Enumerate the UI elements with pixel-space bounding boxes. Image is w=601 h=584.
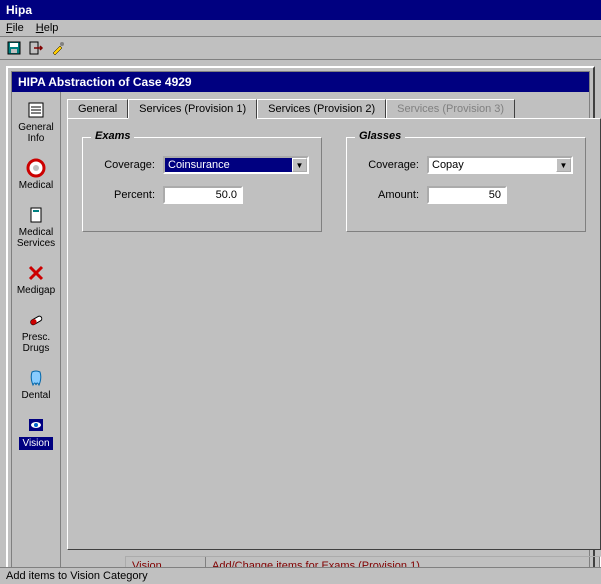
menu-help[interactable]: Help bbox=[36, 22, 59, 34]
group-legend-exams: Exams bbox=[91, 130, 134, 142]
tooth-icon bbox=[26, 368, 46, 388]
pill-icon bbox=[26, 310, 46, 330]
sidebar-item-general-info[interactable]: General Info bbox=[12, 98, 60, 146]
sidebar-item-label: Medical Services bbox=[17, 227, 55, 249]
sidebar-item-medigap[interactable]: Medigap bbox=[12, 261, 60, 298]
exams-percent-label: Percent: bbox=[95, 189, 155, 201]
group-glasses: Glasses Coverage: Copay ▼ Amount: bbox=[346, 137, 586, 232]
group-legend-glasses: Glasses bbox=[355, 130, 405, 142]
sidebar-item-medical[interactable]: Medical bbox=[12, 156, 60, 193]
tab-general[interactable]: General bbox=[67, 99, 128, 119]
save-icon[interactable] bbox=[6, 40, 22, 56]
x-icon bbox=[26, 263, 46, 283]
panel-title: HIPA Abstraction of Case 4929 bbox=[12, 72, 589, 92]
sidebar-item-label: Dental bbox=[22, 390, 51, 401]
form-icon bbox=[26, 100, 46, 120]
exams-percent-input[interactable] bbox=[163, 186, 243, 204]
sidebar-item-label: General Info bbox=[18, 122, 54, 144]
footer-status-bar: Add items to Vision Category bbox=[0, 567, 601, 584]
glasses-amount-input[interactable] bbox=[427, 186, 507, 204]
glasses-coverage-label: Coverage: bbox=[359, 159, 419, 171]
toolbar bbox=[0, 37, 601, 60]
tool-icon[interactable] bbox=[50, 40, 66, 56]
glasses-coverage-value: Copay bbox=[429, 158, 556, 172]
sidebar-item-dental[interactable]: Dental bbox=[12, 366, 60, 403]
glasses-amount-label: Amount: bbox=[359, 189, 419, 201]
exams-coverage-label: Coverage: bbox=[95, 159, 155, 171]
tab-strip: General Services (Provision 1) Services … bbox=[67, 98, 601, 118]
sidebar-item-presc-drugs[interactable]: Presc. Drugs bbox=[12, 308, 60, 356]
chevron-down-icon[interactable]: ▼ bbox=[556, 158, 571, 172]
sidebar-item-label: Medigap bbox=[17, 285, 55, 296]
menubar: File Help bbox=[0, 20, 601, 37]
tab-services-provision-3: Services (Provision 3) bbox=[386, 99, 515, 119]
exams-coverage-value: Coinsurance bbox=[165, 158, 292, 172]
life-ring-icon bbox=[26, 158, 46, 178]
content-frame: HIPA Abstraction of Case 4929 General In… bbox=[6, 66, 595, 584]
exams-coverage-combo[interactable]: Coinsurance ▼ bbox=[163, 156, 309, 174]
window-title: Hipa bbox=[0, 0, 601, 20]
sidebar-item-label: Presc. Drugs bbox=[22, 332, 50, 354]
document-icon bbox=[26, 205, 46, 225]
sidebar: General Info Medical Medical Services Me… bbox=[12, 92, 61, 580]
eye-icon bbox=[26, 415, 46, 435]
chevron-down-icon[interactable]: ▼ bbox=[292, 158, 307, 172]
sidebar-item-label: Vision bbox=[19, 437, 52, 450]
sidebar-item-medical-services[interactable]: Medical Services bbox=[12, 203, 60, 251]
tab-services-provision-2[interactable]: Services (Provision 2) bbox=[257, 99, 386, 119]
sidebar-item-vision[interactable]: Vision bbox=[12, 413, 60, 452]
tab-body: Exams Coverage: Coinsurance ▼ Percent: bbox=[67, 118, 601, 550]
sidebar-item-label: Medical bbox=[19, 180, 53, 191]
group-exams: Exams Coverage: Coinsurance ▼ Percent: bbox=[82, 137, 322, 232]
menu-file[interactable]: File bbox=[6, 22, 24, 34]
tab-services-provision-1[interactable]: Services (Provision 1) bbox=[128, 99, 257, 119]
glasses-coverage-combo[interactable]: Copay ▼ bbox=[427, 156, 573, 174]
main-panel: General Services (Provision 1) Services … bbox=[61, 92, 601, 580]
exit-icon[interactable] bbox=[28, 40, 44, 56]
